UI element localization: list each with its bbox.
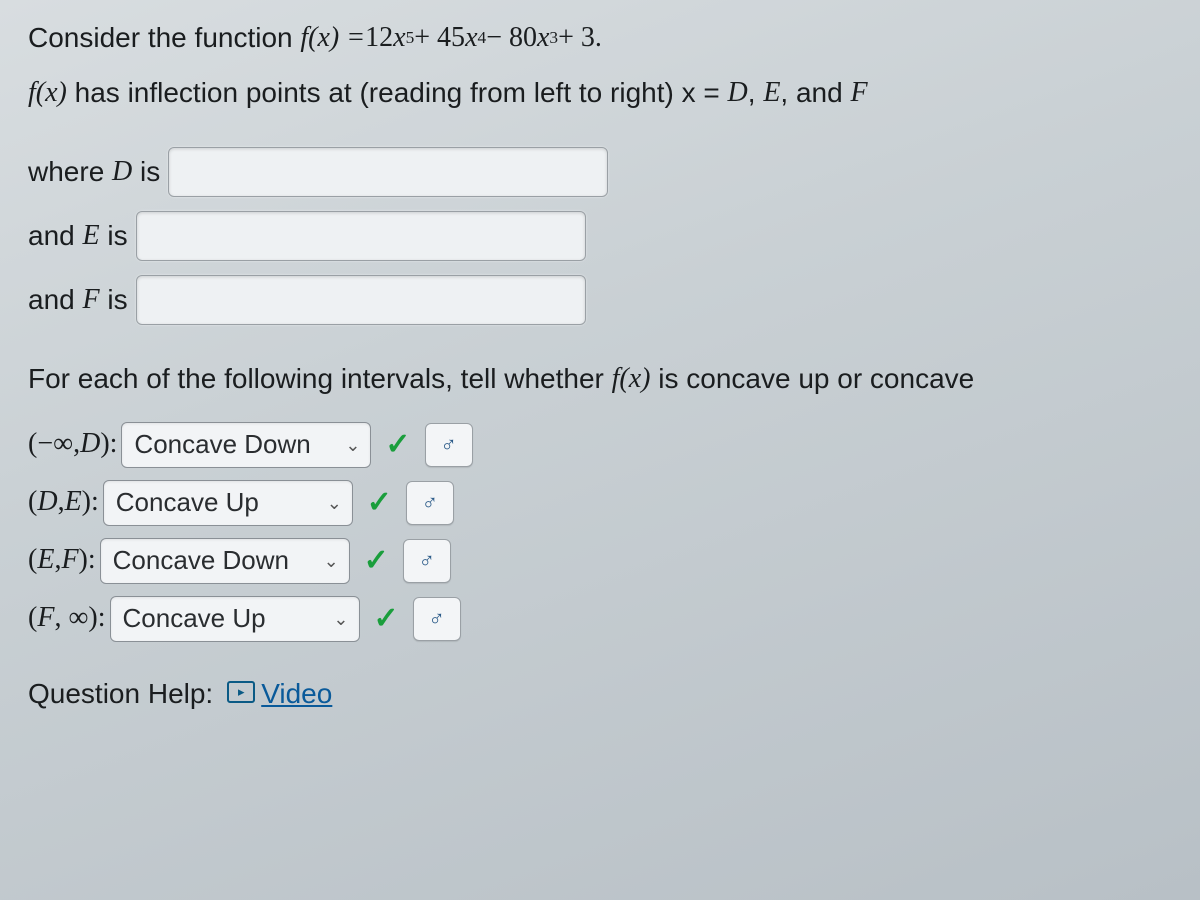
instr-fx: f(x)	[612, 359, 651, 400]
x5: x	[393, 18, 405, 59]
int4-open: (	[28, 598, 37, 639]
f-is: is	[100, 280, 128, 321]
int3-open: (	[28, 540, 37, 581]
and-f-label: and	[28, 280, 83, 321]
int1-close: ):	[100, 424, 117, 465]
e-is: is	[100, 216, 128, 257]
label-D: D	[112, 152, 132, 193]
interval-4-select[interactable]: Concave Up ⌄	[110, 596, 360, 642]
comma-and: , and	[780, 73, 850, 114]
int2-var1: D	[37, 482, 57, 523]
int1-open: (−∞,	[28, 424, 80, 465]
fx-equals: f(x) =	[300, 18, 365, 59]
int3-close: ):	[79, 540, 96, 581]
chevron-down-icon: ⌄	[324, 548, 339, 574]
preview-button-3[interactable]: ♂	[403, 539, 451, 583]
video-link[interactable]: Video	[261, 674, 332, 715]
interval-row-4: ( F , ∞): Concave Up ⌄ ✓ ♂	[28, 596, 1200, 642]
preview-icon: ♂	[422, 487, 439, 519]
int3-var2: F	[61, 540, 78, 581]
int4-var1: F	[37, 598, 54, 639]
check-icon: ✓	[364, 539, 389, 583]
minus-80: − 80	[486, 18, 537, 59]
preview-icon: ♂	[419, 545, 436, 577]
preview-icon: ♂	[428, 603, 445, 635]
interval-3-select[interactable]: Concave Down ⌄	[100, 538, 350, 584]
interval-4-selected: Concave Up	[123, 600, 266, 638]
var-E: E	[763, 73, 780, 114]
question-help-label: Question Help:	[28, 674, 213, 715]
check-icon: ✓	[385, 423, 410, 467]
function-definition: Consider the function f(x) = 12 x5 + 45 …	[28, 18, 1200, 59]
where-label: where	[28, 152, 112, 193]
interval-2-select[interactable]: Concave Up ⌄	[103, 480, 353, 526]
int2-open: (	[28, 482, 37, 523]
question-help-row: Question Help: ▸ Video	[28, 674, 1200, 715]
x3: x	[537, 18, 549, 59]
preview-button-4[interactable]: ♂	[413, 597, 461, 641]
f-input-row: and F is	[28, 275, 1200, 325]
check-icon: ✓	[367, 481, 392, 525]
preview-button-2[interactable]: ♂	[406, 481, 454, 525]
inflect-text: has inflection points at (reading from l…	[67, 73, 728, 114]
var-D: D	[728, 73, 748, 114]
inflection-line: f(x) has inflection points at (reading f…	[28, 73, 1200, 114]
int2-var2: E	[65, 482, 82, 523]
chevron-down-icon: ⌄	[333, 606, 348, 632]
e-input[interactable]	[136, 211, 586, 261]
int3-var1: E	[37, 540, 54, 581]
d-input-row: where D is	[28, 147, 1200, 197]
video-icon: ▸	[227, 681, 255, 703]
instruction-line: For each of the following intervals, tel…	[28, 359, 1200, 400]
preview-icon: ♂	[440, 429, 457, 461]
preview-button-1[interactable]: ♂	[425, 423, 473, 467]
label-E: E	[83, 216, 100, 257]
chevron-down-icon: ⌄	[345, 432, 360, 458]
plus-3: + 3.	[558, 18, 602, 59]
play-icon: ▸	[238, 683, 245, 702]
fx2: f(x)	[28, 73, 67, 114]
interval-1-selected: Concave Down	[134, 426, 310, 464]
check-icon: ✓	[374, 597, 399, 641]
interval-row-1: (−∞, D ): Concave Down ⌄ ✓ ♂	[28, 422, 1200, 468]
and-e-label: and	[28, 216, 83, 257]
int2-close: ):	[82, 482, 99, 523]
interval-row-3: ( E , F ): Concave Down ⌄ ✓ ♂	[28, 538, 1200, 584]
int2-mid: ,	[58, 482, 65, 523]
var-F: F	[850, 73, 867, 114]
interval-3-selected: Concave Down	[113, 542, 289, 580]
f-input[interactable]	[136, 275, 586, 325]
consider-text: Consider the function	[28, 18, 300, 59]
x4: x	[465, 18, 477, 59]
plus-45: + 45	[414, 18, 465, 59]
coef-12: 12	[365, 18, 393, 59]
interval-2-selected: Concave Up	[116, 484, 259, 522]
int1-var: D	[80, 424, 100, 465]
instr-prefix: For each of the following intervals, tel…	[28, 359, 612, 400]
instr-tail: is concave up or concave	[650, 359, 974, 400]
int4-mid: , ∞):	[54, 598, 105, 639]
chevron-down-icon: ⌄	[327, 490, 342, 516]
e-input-row: and E is	[28, 211, 1200, 261]
comma1: ,	[748, 73, 764, 114]
d-is: is	[132, 152, 160, 193]
label-F: F	[83, 280, 100, 321]
interval-1-select[interactable]: Concave Down ⌄	[121, 422, 371, 468]
d-input[interactable]	[168, 147, 608, 197]
interval-row-2: ( D , E ): Concave Up ⌄ ✓ ♂	[28, 480, 1200, 526]
